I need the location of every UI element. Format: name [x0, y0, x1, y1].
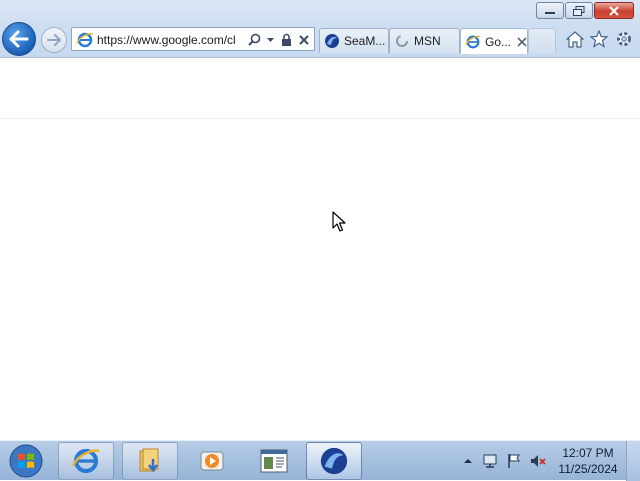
- clock-date: 11/25/2024: [558, 462, 618, 476]
- dropdown-arrow-icon[interactable]: [263, 32, 278, 47]
- tab-msn[interactable]: MSN: [389, 28, 460, 53]
- start-button[interactable]: [2, 442, 50, 480]
- forward-arrow-icon: [47, 34, 61, 46]
- lock-icon[interactable]: [279, 32, 294, 47]
- loading-spinner-icon: [396, 35, 408, 47]
- mouse-cursor-icon: [332, 211, 346, 232]
- ie-icon: [76, 32, 94, 48]
- tools-button[interactable]: [613, 28, 635, 50]
- favorites-button[interactable]: [588, 28, 610, 50]
- address-url-text[interactable]: https://www.google.com/cl: [97, 32, 245, 48]
- volume-muted-icon: [531, 455, 546, 467]
- tab-label: MSN: [414, 34, 441, 48]
- network-tray-button[interactable]: [482, 453, 498, 469]
- ie-icon: [465, 35, 481, 48]
- show-desktop-button[interactable]: [626, 441, 640, 481]
- page-divider: [0, 118, 640, 119]
- page-content: [0, 58, 640, 440]
- stop-icon[interactable]: [296, 32, 311, 47]
- taskbar-clock[interactable]: 12:07 PM 11/25/2024: [554, 445, 622, 477]
- tab-label: SeaM...: [344, 34, 386, 48]
- media-player-icon: [200, 451, 224, 471]
- window-caption-buttons: [536, 2, 634, 19]
- flag-icon: [508, 454, 520, 468]
- action-center-button[interactable]: [506, 453, 522, 469]
- seamonkey-icon: [320, 447, 348, 475]
- home-button[interactable]: [564, 28, 586, 50]
- address-bar[interactable]: https://www.google.com/cl: [71, 27, 315, 51]
- gear-icon: [617, 32, 631, 46]
- network-icon: [483, 454, 497, 468]
- clock-time: 12:07 PM: [562, 446, 614, 460]
- minimize-button[interactable]: [536, 2, 564, 19]
- back-button[interactable]: [2, 22, 36, 56]
- restore-icon: [573, 5, 585, 16]
- tab-seamonkey[interactable]: SeaM...: [319, 28, 389, 53]
- minimize-icon: [545, 11, 555, 14]
- chevron-up-icon: [464, 459, 472, 463]
- taskbar-file-explorer[interactable]: [122, 442, 178, 480]
- new-tab-button[interactable]: [528, 28, 556, 53]
- tab-close-icon[interactable]: [517, 36, 527, 47]
- taskbar-internet-explorer[interactable]: [58, 442, 114, 480]
- document-window-icon: [260, 449, 288, 473]
- internet-explorer-icon: [71, 448, 100, 474]
- restore-button[interactable]: [565, 2, 593, 19]
- browser-chrome: https://www.google.com/cl SeaM... MSN Go…: [0, 0, 640, 58]
- search-icon[interactable]: [247, 32, 262, 47]
- tab-google[interactable]: Go...: [460, 28, 528, 54]
- star-icon: [590, 30, 608, 48]
- taskbar-media-player[interactable]: [184, 442, 240, 480]
- volume-tray-button[interactable]: [530, 453, 546, 469]
- taskbar-document-window[interactable]: [246, 442, 302, 480]
- taskbar: 12:07 PM 11/25/2024: [0, 440, 640, 481]
- seamonkey-icon: [325, 34, 339, 48]
- close-window-button[interactable]: [594, 2, 634, 19]
- tab-label: Go...: [485, 34, 511, 49]
- close-icon: [609, 5, 619, 16]
- file-explorer-icon: [139, 448, 159, 473]
- back-arrow-icon: [9, 30, 29, 48]
- forward-button[interactable]: [41, 27, 67, 53]
- show-hidden-icons-button[interactable]: [460, 453, 476, 469]
- windows-start-icon: [9, 444, 43, 478]
- taskbar-seamonkey[interactable]: [306, 442, 362, 480]
- home-icon: [566, 30, 584, 48]
